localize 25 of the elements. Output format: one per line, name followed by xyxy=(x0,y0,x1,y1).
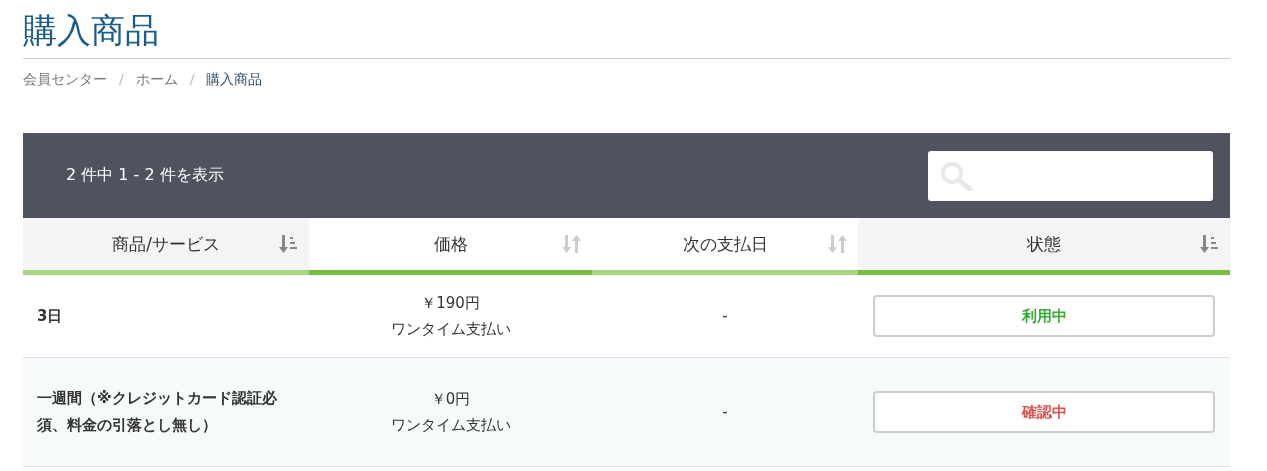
page-title: 購入商品 xyxy=(23,0,1230,59)
price: ￥0円 xyxy=(429,389,472,410)
price: ￥190円 xyxy=(420,293,481,314)
product-name: 3日 xyxy=(37,305,64,327)
sort-icon xyxy=(562,235,582,253)
column-header[interactable]: 次の支払日 xyxy=(592,218,858,273)
breadcrumb-separator: / xyxy=(119,71,124,89)
sort-icon xyxy=(828,235,848,253)
status-button[interactable]: 確認中 xyxy=(873,391,1215,433)
next-payment-date: - xyxy=(722,403,728,421)
column-header[interactable]: 状態 xyxy=(858,218,1230,273)
breadcrumb-current: 購入商品 xyxy=(206,71,263,89)
payment-type: ワンタイム支払い xyxy=(389,319,512,340)
column-header[interactable]: 価格 xyxy=(309,218,592,273)
next-payment-date: - xyxy=(722,307,728,325)
sort-descending-icon xyxy=(1200,235,1220,253)
product-name: 一週間（※クレジットカード認証必須、料金の引落とし無し） xyxy=(37,388,278,436)
search-field[interactable] xyxy=(928,150,1213,201)
payment-type: ワンタイム支払い xyxy=(389,415,512,436)
result-summary: 2 件中 1 - 2 件を表示 xyxy=(66,165,224,186)
breadcrumb-separator: / xyxy=(189,71,195,89)
column-header[interactable]: 商品/サービス xyxy=(23,218,309,273)
breadcrumb-link[interactable]: 会員センター xyxy=(23,71,107,91)
sort-descending-icon xyxy=(279,235,299,253)
breadcrumb-link[interactable]: ホーム xyxy=(135,71,178,91)
